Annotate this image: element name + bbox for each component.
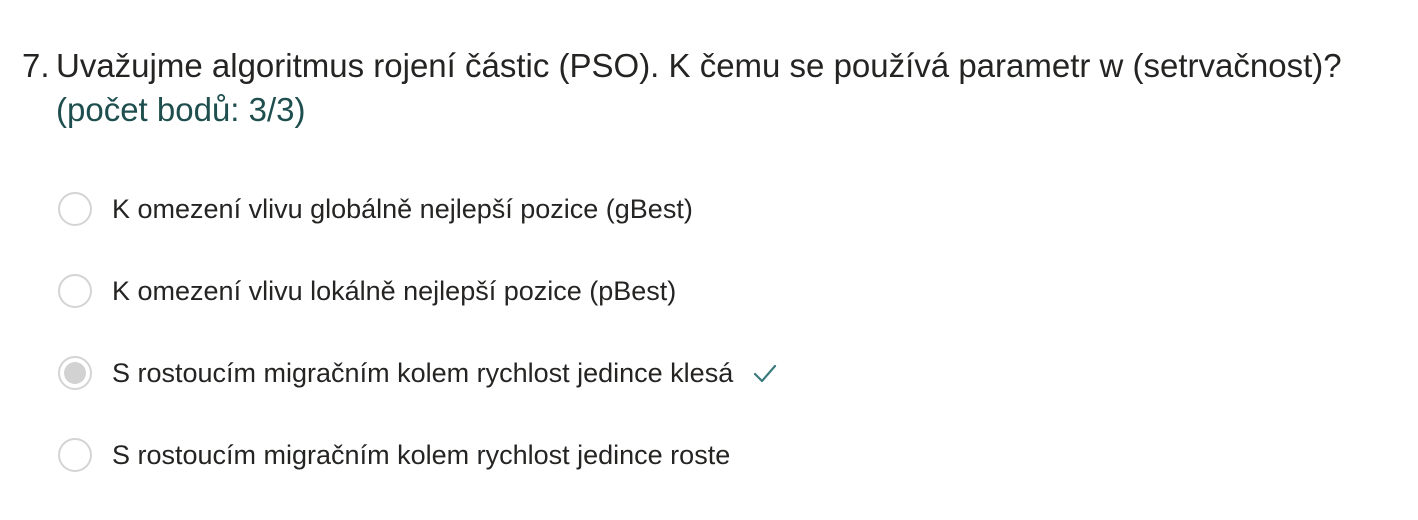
choice-label: S rostoucím migračním kolem rychlost jed… (112, 358, 734, 388)
choice-label: S rostoucím migračním kolem rychlost jed… (112, 440, 731, 470)
question-header: 7. Uvažujme algoritmus rojení částic (PS… (22, 44, 1402, 132)
question-points: (počet bodů: 3/3) (56, 91, 306, 128)
choice-label: K omezení vlivu globálně nejlepší pozice… (112, 194, 693, 224)
radio-button-selected[interactable] (58, 356, 92, 390)
choice-label: K omezení vlivu lokálně nejlepší pozice … (112, 276, 677, 306)
radio-button[interactable] (58, 438, 92, 472)
question-title: Uvažujme algoritmus rojení částic (PSO).… (56, 47, 1342, 84)
radio-button[interactable] (58, 192, 92, 226)
radio-selected-dot (64, 362, 86, 384)
question-block: 7. Uvažujme algoritmus rojení částic (PS… (22, 44, 1402, 132)
radio-button[interactable] (58, 274, 92, 308)
answer-choices: K omezení vlivu globálně nejlepší pozice… (58, 168, 779, 496)
question-number: 7. (22, 47, 50, 84)
answer-choice-2[interactable]: K omezení vlivu lokálně nejlepší pozice … (58, 250, 779, 332)
answer-choice-1[interactable]: K omezení vlivu globálně nejlepší pozice… (58, 168, 779, 250)
question-body: Uvažujme algoritmus rojení částic (PSO).… (56, 44, 1402, 132)
checkmark-icon (754, 364, 777, 383)
answer-choice-3[interactable]: S rostoucím migračním kolem rychlost jed… (58, 332, 779, 414)
answer-choice-4[interactable]: S rostoucím migračním kolem rychlost jed… (58, 414, 779, 496)
